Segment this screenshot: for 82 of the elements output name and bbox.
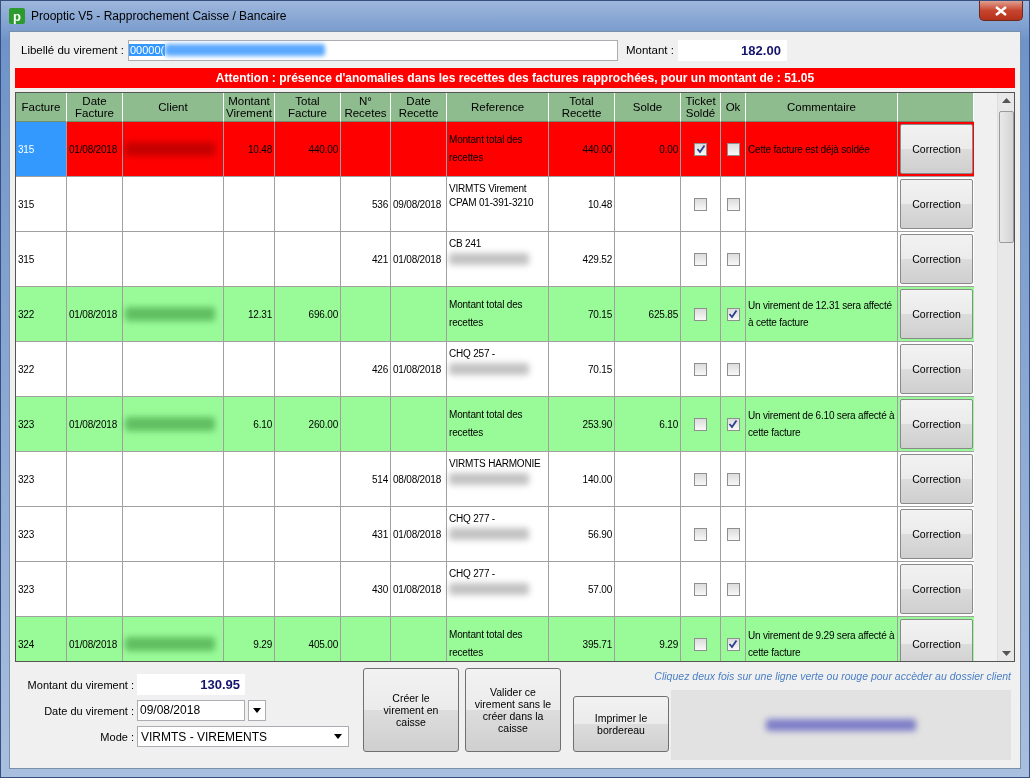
checkbox[interactable] (726, 307, 740, 321)
correction-button[interactable]: Correction (900, 234, 973, 284)
table-row[interactable]: 323 431 01/08/2018 CHQ 277 - 56.90 Correction (16, 507, 974, 562)
correction-button[interactable]: Correction (900, 454, 973, 504)
app-logo: p (9, 8, 25, 24)
table-row[interactable]: 323 514 08/08/2018 VIRMTS HARMONIE 140.00 Correction (16, 452, 974, 507)
table-row[interactable]: 315 01/08/2018 10.48 440.00 Montant total des recettes 440.00 0.00 Cette facture est déjà soldée Correction (16, 122, 974, 177)
scrollbar-track[interactable] (997, 93, 1014, 661)
table-row[interactable]: 322 01/08/2018 12.31 696.00 Montant total des recettes 70.15 625.85 Un virement de 12.31 sera affecté à cette facture Correction (16, 287, 974, 342)
checkbox[interactable] (726, 197, 740, 211)
scroll-up-icon[interactable] (1001, 97, 1011, 103)
table-cell-text: CHQ 277 - (449, 512, 495, 526)
mode-dropdown[interactable]: VIRMTS - VIREMENTS (137, 726, 349, 747)
table-cell-text: Montant total des recettes (449, 133, 524, 165)
scroll-thumb[interactable] (998, 111, 1014, 243)
field-label: Libellé du virement : (21, 44, 124, 56)
close-button[interactable] (979, 1, 1023, 21)
close-icon (995, 5, 1007, 16)
date-field[interactable]: 09/08/2018 (137, 700, 245, 721)
table-cell-text: CHQ 277 - (449, 567, 495, 581)
field-label: Mode : (99, 730, 134, 743)
table-row[interactable]: 323 01/08/2018 6.10 260.00 Montant total des recettes 253.90 6.10 Un virement de 6.10 sera affecté à cette facture Correction (16, 397, 974, 452)
checkbox[interactable] (694, 252, 707, 266)
field-label: Montant : (625, 44, 674, 56)
table-row[interactable]: 322 426 01/08/2018 CHQ 257 - 70.15 Correction (16, 342, 974, 397)
table-cell: 405.00 (275, 617, 341, 661)
checkbox[interactable] (726, 417, 740, 431)
table-row[interactable]: 324 01/08/2018 9.29 405.00 Montant total des recettes 395.71 9.29 Un virement de 9.29 sera affecté à cette facture Correction (16, 617, 974, 661)
caret-icon (334, 734, 342, 739)
table-cell-text: VIRMTS Virement CPAM 01-391-3210 (449, 182, 535, 210)
table-cell-text: Montant total des recettes (449, 628, 524, 660)
dropdown-button[interactable] (248, 700, 266, 721)
checkbox[interactable] (694, 472, 707, 486)
correction-button[interactable]: Correction (900, 509, 973, 559)
alert-banner: Attention : présence d'anomalies dans les recettes des factures rapprochées, pour un montant de : 51.05 (15, 68, 1015, 88)
correction-button[interactable]: Correction (900, 344, 973, 394)
table-cell-text: CHQ 257 - (449, 347, 495, 361)
checkbox[interactable] (694, 142, 707, 156)
table-cell: 315 (16, 122, 67, 177)
scroll-down-icon[interactable] (1001, 651, 1011, 657)
table-cell: Un virement de 9.29 sera affecté à cette facture (746, 617, 898, 661)
table-cell-text: Montant total des recettes (449, 298, 524, 330)
table-cell: 01/08/2018 (67, 617, 123, 661)
checkbox[interactable] (694, 417, 707, 431)
checkbox[interactable] (694, 582, 707, 596)
table-row[interactable]: 315 536 09/08/2018 VIRMTS Virement CPAM 01-391-3210 10.48 Correction (16, 177, 974, 232)
table-cell-text: Montant total des recettes (449, 408, 524, 440)
table-row[interactable]: 315 421 01/08/2018 CB 241 429.52 Correction (16, 232, 974, 287)
checkbox[interactable] (726, 472, 740, 486)
field-label: Montant du virement : (26, 678, 134, 691)
checkbox[interactable] (726, 252, 740, 266)
correction-button[interactable]: Correction (900, 619, 973, 661)
checkbox[interactable] (726, 637, 740, 651)
checkbox[interactable] (726, 362, 740, 376)
checkbox[interactable] (694, 197, 707, 211)
correction-button[interactable]: Correction (900, 179, 973, 229)
correction-button[interactable]: Correction (900, 124, 973, 174)
caret-icon (253, 708, 261, 713)
checkbox[interactable] (726, 142, 740, 156)
checkbox[interactable] (726, 582, 740, 596)
field-label: Date du virement : (43, 704, 134, 717)
table-cell: 9.29 (224, 617, 275, 661)
checkbox[interactable] (694, 307, 707, 321)
amount-value: 182.00 (677, 39, 787, 61)
action-button[interactable]: Valider ce virement sans le créer dans la caisse (465, 668, 561, 752)
checkbox[interactable] (694, 637, 707, 651)
window-title: Prooptic V5 - Rapprochement Caisse / Bancaire (31, 9, 287, 23)
table-cell: 9.29 (615, 617, 681, 661)
action-button[interactable]: Créer le virement en caisse (363, 668, 459, 752)
checkbox[interactable] (694, 362, 707, 376)
table-cell: 324 (16, 617, 67, 661)
action-button[interactable]: Imprimer le bordereau (573, 696, 669, 752)
amount-value: 130.95 (137, 674, 245, 695)
correction-button[interactable]: Correction (900, 564, 973, 614)
checkbox[interactable] (694, 527, 707, 541)
checkbox[interactable] (726, 527, 740, 541)
correction-button[interactable]: Correction (900, 399, 973, 449)
hint-text: Cliquez deux fois sur une ligne verte ou rouge pour accèder au dossier client (654, 670, 1011, 682)
table-cell-text: VIRMTS HARMONIE (449, 457, 541, 471)
table-cell-text: CB 241 (449, 237, 482, 251)
table-row[interactable]: 323 430 01/08/2018 CHQ 277 - 57.00 Correction (16, 562, 974, 617)
correction-button[interactable]: Correction (900, 289, 973, 339)
